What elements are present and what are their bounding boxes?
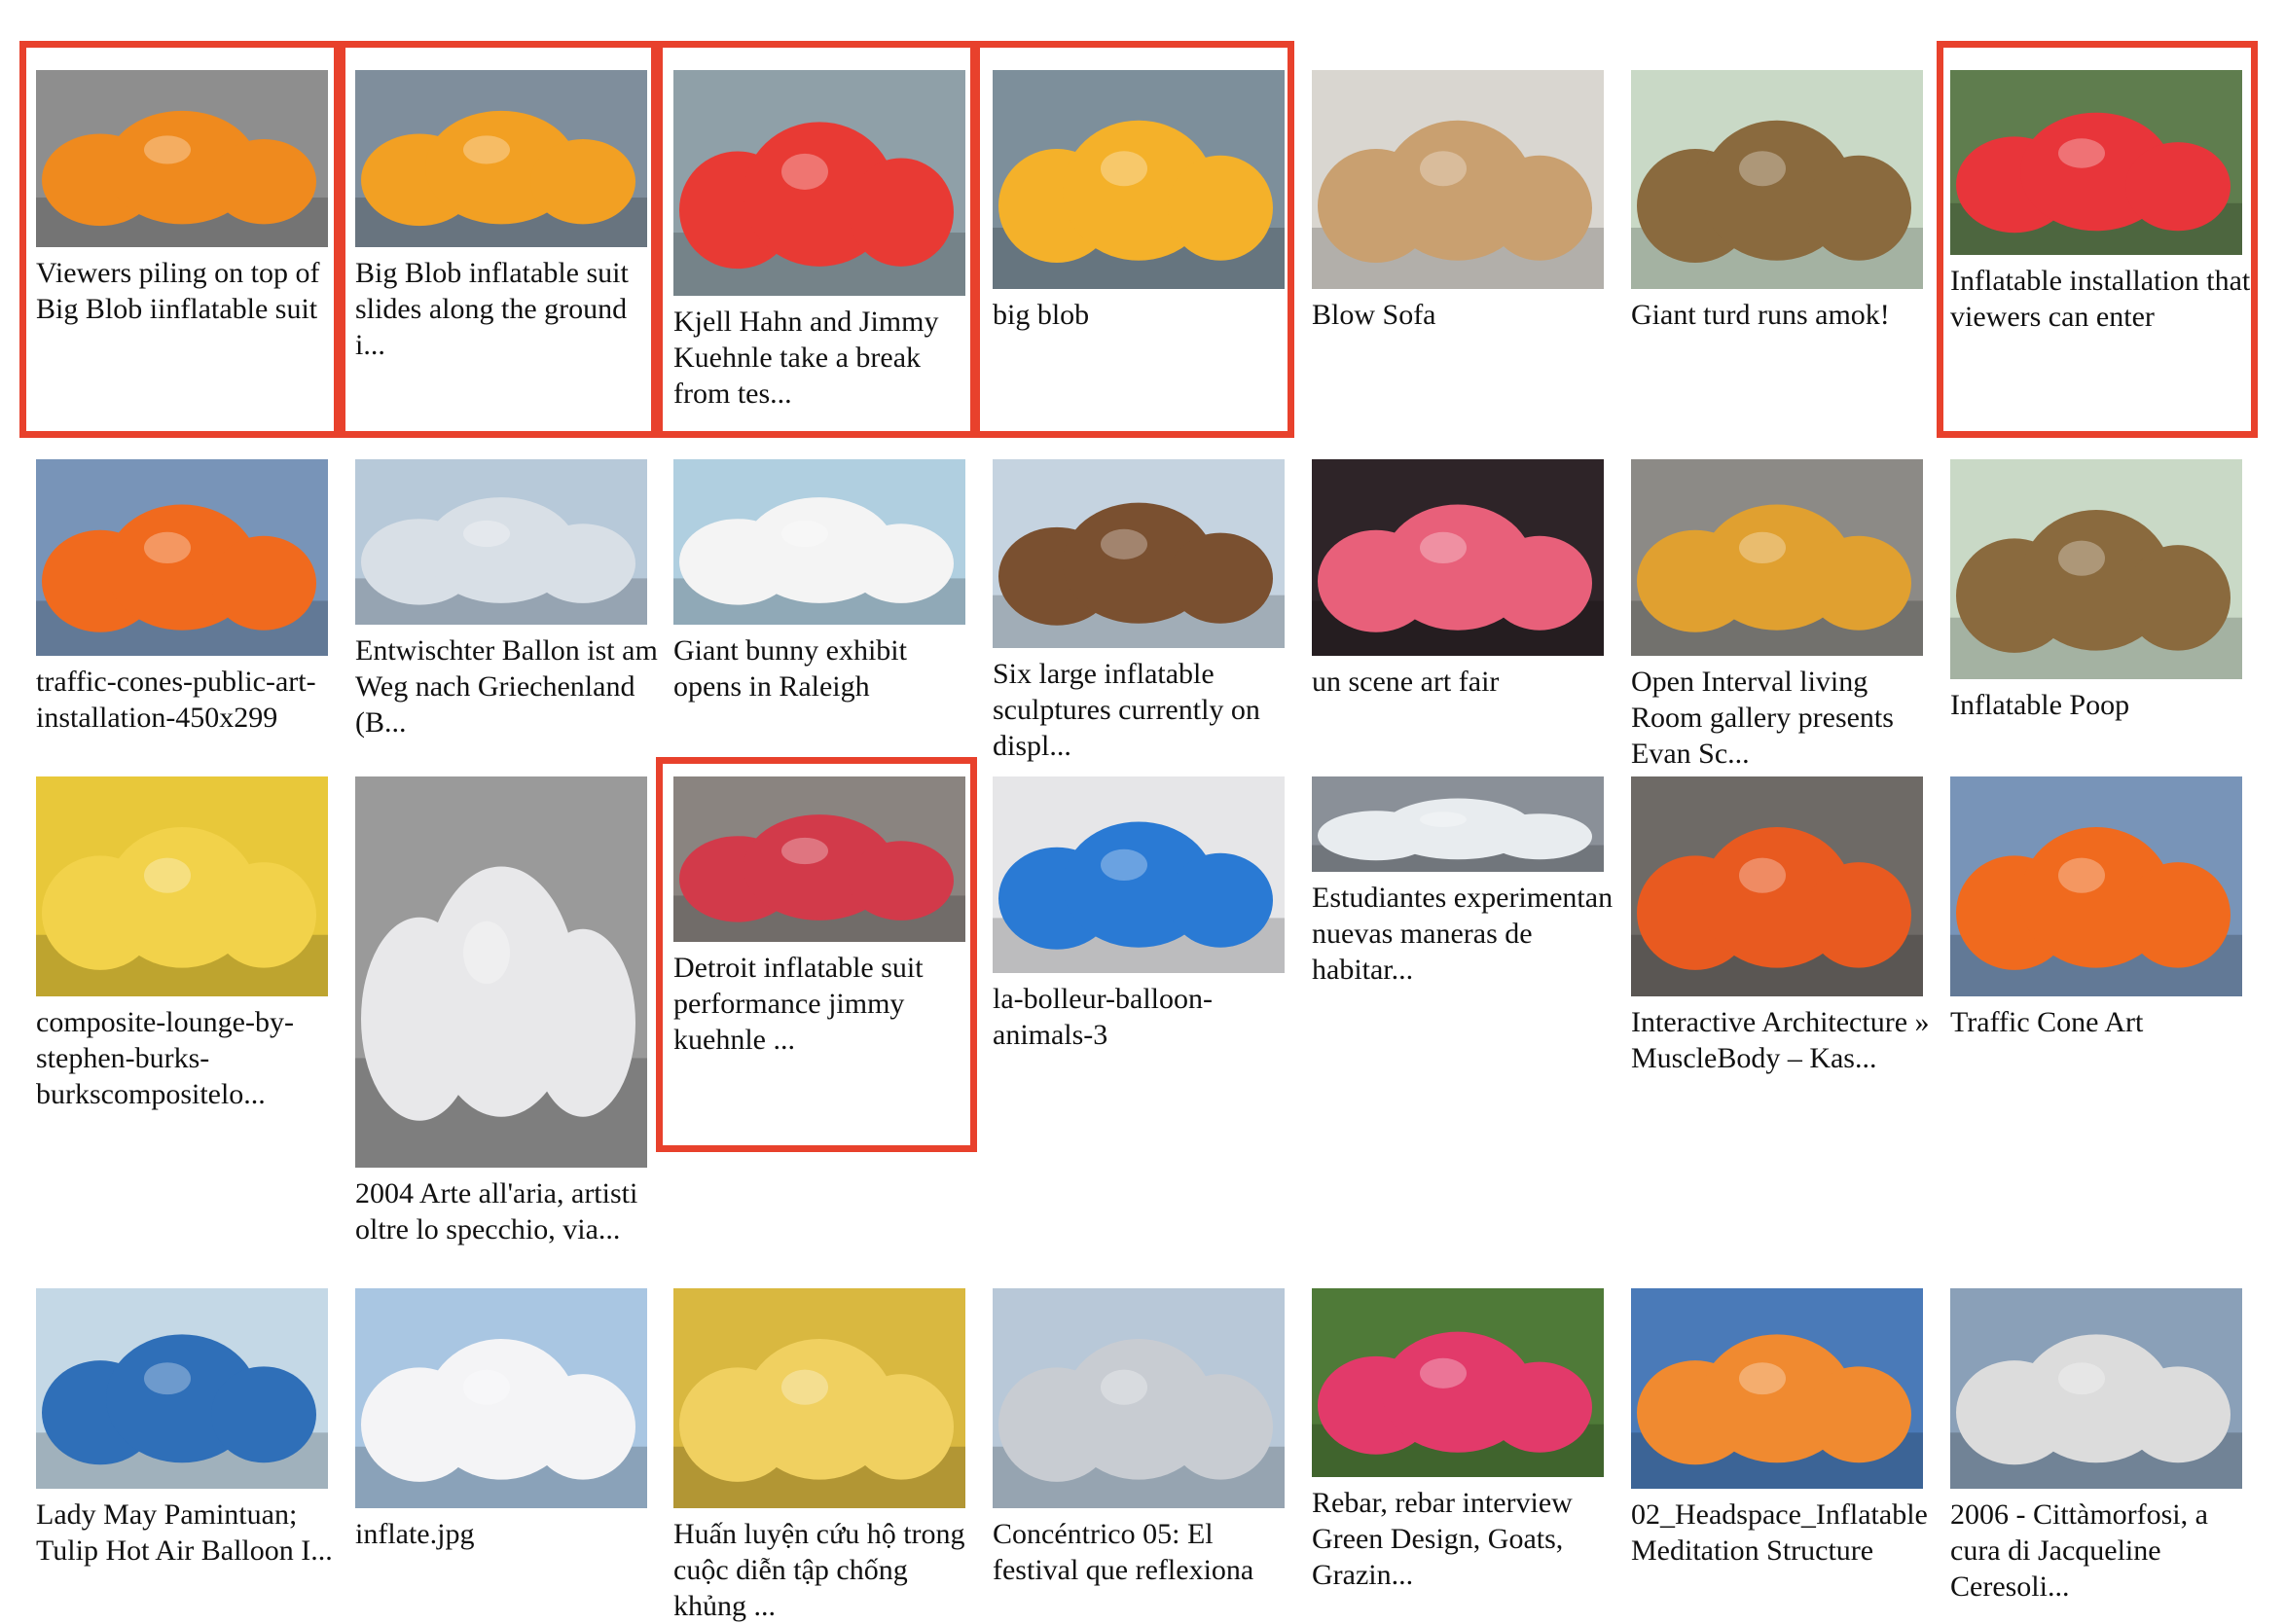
result-thumbnail[interactable] [355, 70, 647, 247]
result-caption[interactable]: traffic-cones-public-art-installation-45… [36, 664, 340, 772]
result-thumbnail[interactable] [1631, 70, 1923, 289]
orange-blob-image [36, 70, 328, 247]
result-thumbnail[interactable] [1631, 776, 1923, 996]
result-thumbnail[interactable] [673, 1288, 965, 1508]
result-thumbnail[interactable] [993, 459, 1285, 648]
yellow-lounge-image [36, 776, 328, 996]
result-thumbnail[interactable] [36, 776, 328, 996]
result-caption[interactable]: 2004 Arte all'aria, artisti oltre lo spe… [355, 1175, 659, 1283]
dome-image [1312, 776, 1604, 872]
headspace-image [1631, 1288, 1923, 1489]
image-results-grid: Viewers piling on top of Big Blob iinfla… [0, 0, 2285, 1622]
result-thumbnail[interactable] [1312, 776, 1604, 872]
result-thumbnail[interactable] [355, 459, 647, 625]
result-thumbnail[interactable] [1631, 1288, 1923, 1489]
result-caption[interactable]: Six large inflatable sculptures currentl… [993, 656, 1296, 764]
bunny-image [673, 459, 965, 625]
result-thumbnail[interactable] [993, 70, 1285, 289]
result-caption[interactable]: inflate.jpg [355, 1516, 659, 1552]
result-thumbnail[interactable] [1312, 70, 1604, 289]
result-caption[interactable]: Lady May Pamintuan; Tulip Hot Air Balloo… [36, 1497, 340, 1605]
sofa-image [1312, 70, 1604, 289]
result-thumbnail[interactable] [1312, 459, 1604, 656]
result-caption[interactable]: un scene art fair [1312, 664, 1615, 700]
result-caption[interactable]: Open Interval living Room gallery presen… [1631, 664, 1935, 772]
result-thumbnail[interactable] [1950, 1288, 2242, 1489]
result-thumbnail[interactable] [1631, 459, 1923, 656]
muscle-body-image [1631, 776, 1923, 996]
result-caption[interactable]: Inflatable installation that viewers can… [1950, 263, 2254, 335]
result-caption[interactable]: Blow Sofa [1312, 297, 1615, 333]
result-caption[interactable]: Giant bunny exhibit opens in Raleigh [673, 632, 977, 704]
result-thumbnail[interactable] [1950, 70, 2242, 255]
result-caption[interactable]: Big Blob inflatable suit slides along th… [355, 255, 659, 363]
result-caption[interactable]: Giant turd runs amok! [1631, 297, 1935, 333]
cone-sculpture-image [1950, 776, 2242, 996]
cone-sculpture-image [36, 459, 328, 656]
result-caption[interactable]: Inflatable Poop [1950, 687, 2254, 723]
brown-sculpture-image [1631, 70, 1923, 289]
result-thumbnail[interactable] [355, 776, 647, 1168]
result-caption[interactable]: Kjell Hahn and Jimmy Kuehnle take a brea… [673, 304, 977, 412]
result-caption[interactable]: la-bolleur-balloon-animals-3 [993, 981, 1296, 1053]
white-inflatable-image [355, 1288, 647, 1508]
result-thumbnail[interactable] [36, 1288, 328, 1489]
result-caption[interactable]: Estudiantes experimentan nuevas maneras … [1312, 880, 1615, 988]
colorful-suit-image [673, 776, 965, 942]
result-caption[interactable]: Detroit inflatable suit performance jimm… [673, 950, 977, 1058]
result-thumbnail[interactable] [993, 776, 1285, 973]
result-thumbnail[interactable] [1312, 1288, 1604, 1477]
result-thumbnail[interactable] [993, 1288, 1285, 1508]
pink-inflatable-image [1312, 1288, 1604, 1477]
white-cushion-image [355, 776, 647, 1168]
result-thumbnail[interactable] [673, 70, 965, 296]
yellow-inflatable-image [673, 1288, 965, 1508]
result-thumbnail[interactable] [36, 459, 328, 656]
result-thumbnail[interactable] [36, 70, 328, 247]
orange-blob-image [355, 70, 647, 247]
result-caption[interactable]: Rebar, rebar interview Green Design, Goa… [1312, 1485, 1615, 1593]
white-tube-image [1950, 1288, 2242, 1489]
red-inflatable-image [673, 70, 965, 296]
tulip-balloon-image [36, 1288, 328, 1489]
result-caption[interactable]: Viewers piling on top of Big Blob iinfla… [36, 255, 340, 363]
result-caption[interactable]: Concéntrico 05: El festival que reflexio… [993, 1516, 1296, 1588]
result-thumbnail[interactable] [1950, 459, 2242, 679]
result-thumbnail[interactable] [673, 459, 965, 625]
result-thumbnail[interactable] [673, 776, 965, 942]
result-caption[interactable]: Interactive Architecture » MuscleBody – … [1631, 1004, 1935, 1112]
silver-cubes-image [993, 1288, 1285, 1508]
brown-sculpture-image [993, 459, 1285, 648]
result-caption[interactable]: Entwischter Ballon ist am Weg nach Griec… [355, 632, 659, 740]
red-inflatable-image [1950, 70, 2242, 255]
result-caption[interactable]: big blob [993, 297, 1296, 333]
tunnel-image [1312, 459, 1604, 656]
result-thumbnail[interactable] [355, 1288, 647, 1508]
orange-blob-image [993, 70, 1285, 289]
brown-sculpture-image [1950, 459, 2242, 679]
result-caption[interactable]: Traffic Cone Art [1950, 1004, 2254, 1040]
result-caption[interactable]: composite-lounge-by-stephen-burks-burksc… [36, 1004, 340, 1112]
result-caption[interactable]: 2006 - Cittàmorfosi, a cura di Jacquelin… [1950, 1497, 2254, 1605]
result-caption[interactable]: 02_Headspace_Inflatable Meditation Struc… [1631, 1497, 1935, 1569]
result-thumbnail[interactable] [1950, 776, 2242, 996]
balloon-dog-image [993, 776, 1285, 973]
balloon-image [355, 459, 647, 625]
gallery-image [1631, 459, 1923, 656]
